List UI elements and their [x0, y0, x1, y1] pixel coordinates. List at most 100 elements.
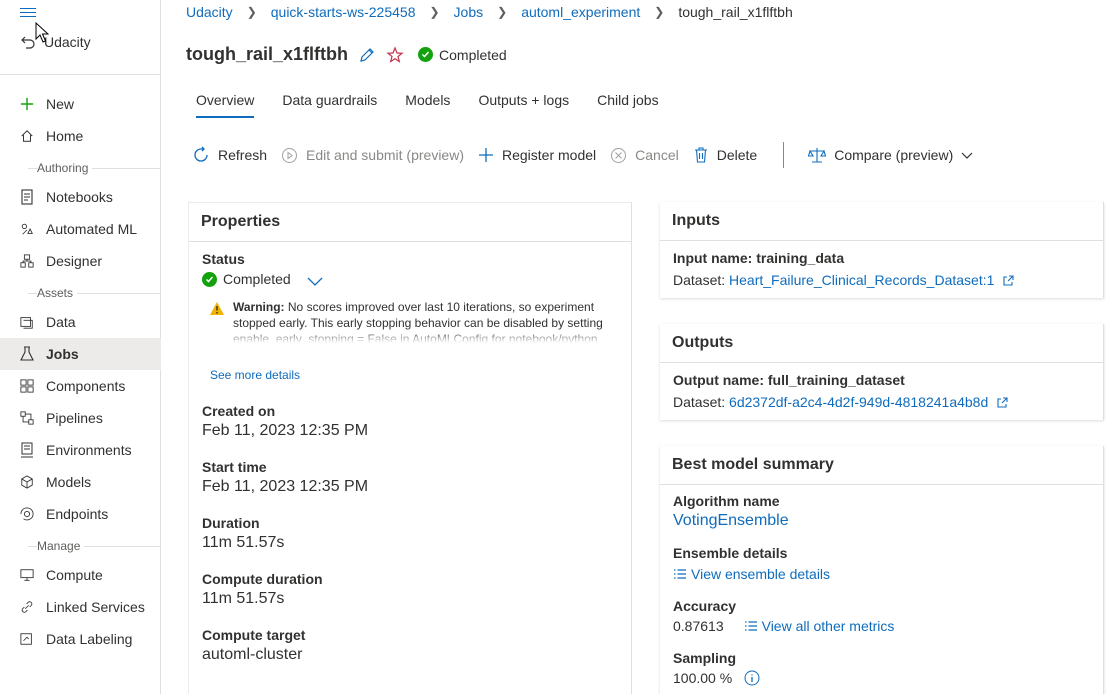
ensemble-label: Ensemble details	[673, 545, 788, 561]
register-model-button[interactable]: Register model	[478, 147, 596, 163]
star-icon[interactable]	[386, 45, 404, 64]
sidebar-item-label: Data	[46, 314, 76, 330]
breadcrumb-workspace[interactable]: Udacity	[186, 4, 233, 20]
dataset-label: Dataset:	[673, 272, 726, 288]
sidebar-item-environments[interactable]: Environments	[0, 434, 161, 466]
link-icon	[20, 599, 34, 615]
properties-card: Properties Status Completed Warning: No …	[188, 202, 632, 694]
breadcrumb-ws[interactable]: quick-starts-ws-225458	[271, 4, 416, 20]
info-icon[interactable]	[744, 670, 760, 686]
section-manage: Manage	[37, 539, 85, 553]
sidebar-item-label: Linked Services	[46, 599, 145, 615]
check-circle-icon	[418, 47, 434, 62]
see-more-details-link[interactable]: See more details	[210, 368, 300, 382]
chevron-right-icon: ❯	[497, 5, 508, 19]
list-icon	[744, 621, 757, 631]
accuracy-field: Accuracy 0.87613 View all other metrics	[673, 598, 894, 634]
compute-target-link[interactable]: automl-cluster	[202, 646, 305, 664]
sidebar-item-label: Automated ML	[46, 221, 138, 237]
compute-duration-value: 11m 51.57s	[202, 590, 285, 607]
compare-button[interactable]: Compare (preview)	[808, 146, 973, 164]
chevron-down-icon[interactable]	[307, 277, 323, 287]
tab-bar: Overview Data guardrails Models Outputs …	[186, 92, 677, 118]
sidebar-item-compute[interactable]: Compute	[0, 559, 161, 591]
start-time-value: Feb 11, 2023 12:35 PM	[202, 478, 369, 495]
sidebar-item-home[interactable]: Home	[0, 120, 161, 152]
tab-data-guardrails[interactable]: Data guardrails	[272, 92, 387, 116]
back-to-workspace[interactable]: Udacity	[20, 34, 91, 50]
duration-value: 11m 51.57s	[202, 534, 285, 551]
monitor-icon	[20, 567, 34, 583]
status-value: Completed	[223, 271, 291, 287]
compute-duration-field: Compute duration 11m 51.57s	[202, 571, 323, 608]
plus-icon	[478, 148, 493, 162]
view-ensemble-details-link[interactable]: View ensemble details	[691, 566, 830, 582]
sidebar-item-label: Notebooks	[46, 189, 113, 205]
delete-label: Delete	[716, 147, 758, 163]
sidebar-item-models[interactable]: Models	[0, 466, 161, 498]
toolbar-divider	[783, 142, 785, 168]
tab-child-jobs[interactable]: Child jobs	[587, 92, 668, 116]
left-nav: Udacity New Home Authoring Notebooks Aut…	[0, 0, 161, 694]
edit-pencil-icon[interactable]	[358, 46, 376, 64]
ensemble-field: Ensemble details View ensemble details	[673, 545, 830, 582]
output-dataset-link[interactable]: 6d2372df-a2c4-4d2f-949d-4818241a4b8d	[729, 394, 988, 410]
refresh-icon	[194, 146, 208, 162]
tab-models[interactable]: Models	[395, 92, 460, 116]
sidebar-item-designer[interactable]: Designer	[0, 245, 161, 277]
workspace-name: Udacity	[44, 34, 91, 50]
sidebar-item-label: Environments	[46, 442, 132, 458]
edit-submit-button[interactable]: Edit and submit (preview)	[281, 147, 464, 164]
breadcrumb-jobs[interactable]: Jobs	[454, 4, 484, 20]
external-link-icon[interactable]	[1002, 275, 1014, 287]
environments-icon	[20, 442, 34, 458]
tab-overview[interactable]: Overview	[186, 92, 264, 118]
properties-heading: Properties	[189, 203, 631, 242]
delete-button[interactable]: Delete	[693, 147, 757, 163]
sidebar-item-label: Jobs	[46, 346, 79, 362]
sidebar-item-jobs[interactable]: Jobs	[0, 338, 161, 370]
ensemble-link-row[interactable]: View ensemble details	[673, 566, 830, 582]
cancel-button[interactable]: Cancel	[610, 147, 679, 164]
notebook-icon	[20, 189, 34, 205]
input-dataset-row: Dataset: Heart_Failure_Clinical_Records_…	[673, 272, 1014, 288]
chevron-right-icon: ❯	[246, 5, 257, 19]
view-all-metrics-link[interactable]: View all other metrics	[762, 618, 895, 634]
algorithm-label: Algorithm name	[673, 493, 780, 509]
sidebar-item-components[interactable]: Components	[0, 370, 161, 402]
algorithm-link[interactable]: VotingEnsemble	[673, 512, 789, 530]
tab-outputs-logs[interactable]: Outputs + logs	[468, 92, 579, 116]
sidebar-item-data[interactable]: Data	[0, 306, 161, 338]
best-model-heading: Best model summary	[660, 446, 1103, 485]
accuracy-label: Accuracy	[673, 598, 737, 614]
check-circle-icon	[202, 271, 217, 287]
sidebar-item-label: Data Labeling	[46, 631, 133, 647]
input-dataset-link[interactable]: Heart_Failure_Clinical_Records_Dataset:1	[729, 272, 994, 288]
breadcrumb-experiment[interactable]: automl_experiment	[521, 4, 640, 20]
home-icon	[20, 128, 34, 144]
sidebar-item-automated-ml[interactable]: Automated ML	[0, 213, 161, 245]
plus-icon	[20, 96, 34, 112]
external-link-icon[interactable]	[996, 397, 1008, 409]
sidebar-item-endpoints[interactable]: Endpoints	[0, 498, 161, 530]
created-on-field: Created on Feb 11, 2023 12:35 PM	[202, 403, 368, 440]
mouse-cursor-icon	[35, 22, 49, 43]
outputs-card: Outputs Output name: full_training_datas…	[660, 324, 1104, 420]
status-field: Status Completed	[202, 251, 323, 287]
output-dataset-row: Dataset: 6d2372df-a2c4-4d2f-949d-4818241…	[673, 394, 1008, 410]
warning-prefix: Warning:	[233, 300, 285, 314]
sampling-row: 100.00 %	[673, 670, 760, 686]
sidebar-item-pipelines[interactable]: Pipelines	[0, 402, 161, 434]
chevron-down-icon	[961, 152, 973, 159]
sidebar-item-notebooks[interactable]: Notebooks	[0, 181, 161, 213]
inputs-heading: Inputs	[660, 202, 1103, 241]
sidebar-item-new[interactable]: New	[0, 88, 161, 120]
refresh-button[interactable]: Refresh	[192, 146, 267, 164]
sidebar-item-linked-services[interactable]: Linked Services	[0, 591, 161, 623]
chevron-right-icon: ❯	[654, 5, 665, 19]
sidebar-item-data-labeling[interactable]: Data Labeling	[0, 623, 161, 655]
accuracy-row: 0.87613 View all other metrics	[673, 618, 894, 634]
title-row: tough_rail_x1flftbh Completed	[186, 44, 507, 65]
hamburger-menu-icon[interactable]	[20, 5, 36, 19]
sidebar-item-label: Home	[46, 128, 84, 144]
